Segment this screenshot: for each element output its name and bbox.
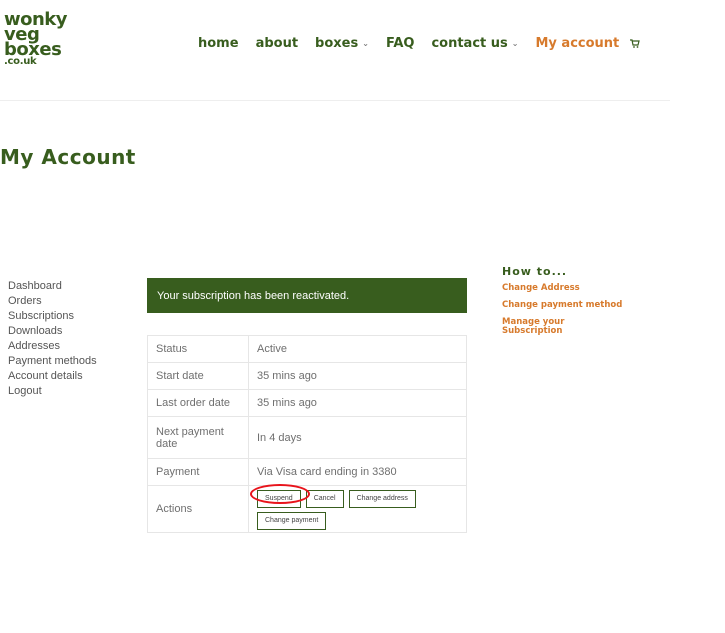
howto-title: How to... [502,265,568,278]
sidebar-item-downloads[interactable]: Downloads [8,324,97,339]
table-row: Actions Suspend Cancel Change address Ch… [147,485,467,533]
row-label: Last order date [147,389,249,417]
action-buttons: Suspend Cancel Change address Change pay… [257,486,458,532]
last-order-date-value: 35 mins ago [248,389,467,417]
logo-line-boxes: boxes [4,39,62,60]
suspend-button[interactable]: Suspend [257,490,301,508]
subscription-details-table: Status Active Start date 35 mins ago Las… [147,335,467,533]
nav-contact[interactable]: contact us ⌄ [431,36,518,51]
nav-about[interactable]: about [256,36,298,51]
howto-widget: How to... Change Address Change payment … [502,265,662,344]
payment-value: Via Visa card ending in 3380 [248,458,467,486]
nav-faq[interactable]: FAQ [386,36,415,51]
change-address-button[interactable]: Change address [348,490,416,508]
nav-boxes[interactable]: boxes ⌄ [315,36,369,51]
status-value: Active [248,335,467,363]
change-payment-button[interactable]: Change payment [257,512,327,530]
start-date-value: 35 mins ago [248,362,467,390]
sidebar-item-orders[interactable]: Orders [8,294,97,309]
cancel-button[interactable]: Cancel [305,490,344,508]
chevron-down-icon: ⌄ [511,38,519,48]
row-label: Status [147,335,249,363]
nav-contact-label: contact us [431,35,508,51]
actions-cell: Suspend Cancel Change address Change pay… [248,485,467,533]
nav-home[interactable]: home [198,36,239,51]
table-row: Last order date 35 mins ago [147,389,467,417]
main-nav: home about boxes ⌄ FAQ contact us ⌄ My a… [198,34,657,52]
table-row: Start date 35 mins ago [147,362,467,390]
success-notice: Your subscription has been reactivated. [147,278,467,313]
row-label: Actions [147,485,249,533]
howto-change-address-link[interactable]: Change Address [502,284,662,293]
sidebar-item-payment-methods[interactable]: Payment methods [8,354,97,369]
nav-my-account[interactable]: My account [535,36,619,51]
nav-boxes-label: boxes [315,35,359,51]
page-title: My Account [0,145,136,169]
howto-change-payment-link[interactable]: Change payment method [502,301,662,310]
table-row: Next payment date In 4 days [147,416,467,459]
row-label: Payment [147,458,249,486]
table-row: Status Active [147,335,467,363]
chevron-down-icon: ⌄ [362,38,369,48]
table-row: Payment Via Visa card ending in 3380 [147,458,467,486]
cart-icon[interactable] [630,38,641,48]
howto-manage-subscription-link[interactable]: Manage your Subscription [502,318,582,336]
sidebar-item-dashboard[interactable]: Dashboard [8,279,97,294]
site-logo[interactable]: wonky veg boxes .co.uk [4,11,74,67]
account-navigation: Dashboard Orders Subscriptions Downloads… [8,279,97,399]
row-label: Start date [147,362,249,390]
cart-icon-svg [630,38,641,48]
sidebar-item-subscriptions[interactable]: Subscriptions [8,309,97,324]
sidebar-item-addresses[interactable]: Addresses [8,339,97,354]
header-divider [0,100,670,101]
next-payment-date-value: In 4 days [248,416,467,459]
sidebar-item-logout[interactable]: Logout [8,384,97,399]
row-label: Next payment date [147,416,249,459]
sidebar-item-account-details[interactable]: Account details [8,369,97,384]
